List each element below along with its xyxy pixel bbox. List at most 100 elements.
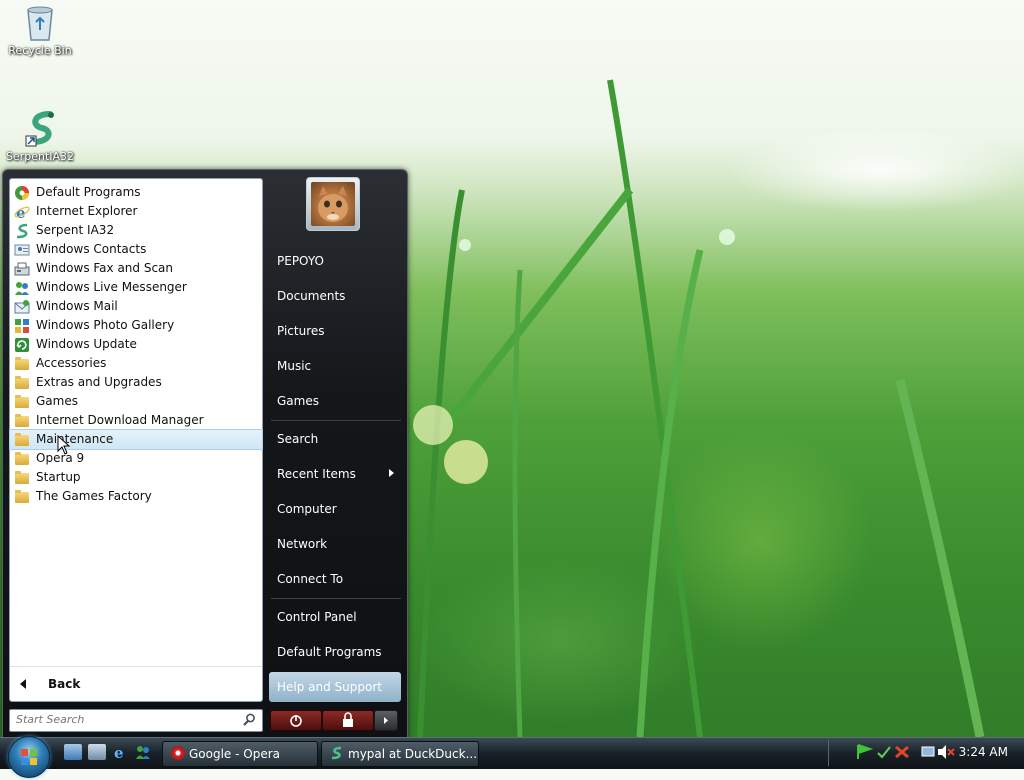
documents-link[interactable]: Documents [277, 289, 345, 303]
contacts-icon [14, 242, 30, 258]
taskbar-button-mypal[interactable]: mypal at DuckDuck... [321, 741, 479, 767]
back-arrow-icon [20, 679, 26, 689]
program-item-serpent[interactable]: Serpent IA32 [10, 221, 262, 240]
program-label: Internet Explorer [36, 204, 138, 218]
back-label: Back [48, 677, 81, 691]
program-item-default-programs[interactable]: Default Programs [10, 183, 262, 202]
opera-icon [171, 746, 185, 760]
desktop-icon-recycle-bin[interactable]: Recycle Bin [0, 2, 80, 57]
computer-link[interactable]: Computer [277, 502, 337, 516]
program-item-messenger[interactable]: Windows Live Messenger [10, 278, 262, 297]
program-label: Windows Contacts [36, 242, 147, 256]
program-item-update[interactable]: Windows Update [10, 335, 262, 354]
lock-icon [343, 712, 353, 727]
messenger-icon[interactable] [134, 744, 152, 760]
programs-pane: Default Programs e Internet Explorer Ser… [9, 178, 263, 702]
taskbar-button-label: Google - Opera [189, 747, 281, 761]
shutdown-options-button[interactable] [374, 710, 398, 731]
menu-separator [271, 420, 401, 421]
desktop-icon-label: Recycle Bin [8, 44, 72, 57]
internet-explorer-icon[interactable]: e [111, 744, 129, 762]
mail-icon [14, 299, 30, 315]
start-orb-button[interactable] [8, 736, 50, 778]
network-link[interactable]: Network [277, 537, 327, 551]
program-label: Accessories [36, 356, 107, 370]
program-label: Internet Download Manager [36, 413, 204, 427]
music-link[interactable]: Music [277, 359, 311, 373]
taskbar-clock[interactable]: 3:24 AM [959, 745, 1008, 759]
cat-avatar-icon [311, 182, 355, 226]
search-link[interactable]: Search [277, 432, 318, 446]
submenu-arrow-icon [389, 469, 394, 477]
folder-icon [14, 470, 30, 486]
program-item-opera[interactable]: Opera 9 [10, 449, 262, 468]
folder-icon [14, 375, 30, 391]
folder-icon [14, 356, 30, 372]
update-icon [14, 337, 30, 353]
program-item-accessories[interactable]: Accessories [10, 354, 262, 373]
program-item-maintenance[interactable]: Maintenance [9, 429, 263, 450]
mouse-cursor-icon [57, 435, 71, 455]
serpent-icon [14, 223, 30, 239]
program-item-idm[interactable]: Internet Download Manager [10, 411, 262, 430]
program-item-games[interactable]: Games [10, 392, 262, 411]
program-item-games-factory[interactable]: The Games Factory [10, 487, 262, 506]
connect-to-link[interactable]: Connect To [277, 572, 343, 586]
lock-button[interactable] [322, 710, 374, 731]
switch-windows-icon[interactable] [88, 744, 106, 760]
help-and-support-link[interactable]: Help and Support [269, 672, 401, 702]
folder-icon [14, 413, 30, 429]
back-button[interactable]: Back [10, 666, 262, 701]
serpent-icon [20, 108, 60, 148]
programs-list: Default Programs e Internet Explorer Ser… [9, 179, 263, 506]
internet-explorer-icon: e [14, 204, 30, 222]
program-label: Startup [36, 470, 81, 484]
help-label: Help and Support [277, 680, 382, 694]
program-label: Windows Mail [36, 299, 118, 313]
folder-icon [14, 489, 30, 505]
program-item-internet-explorer[interactable]: e Internet Explorer [10, 202, 262, 222]
taskbar-button-label: mypal at DuckDuck... [348, 747, 478, 761]
search-icon [243, 713, 256, 729]
program-item-photo-gallery[interactable]: Windows Photo Gallery [10, 316, 262, 335]
recent-items-link[interactable]: Recent Items [277, 467, 356, 481]
desktop-icon-label: SerpentIA32 [5, 150, 75, 163]
menu-separator [271, 598, 401, 599]
program-item-startup[interactable]: Startup [10, 468, 262, 487]
program-item-extras[interactable]: Extras and Upgrades [10, 373, 262, 392]
program-label: Games [36, 394, 78, 408]
power-button[interactable] [270, 710, 322, 731]
program-item-contacts[interactable]: Windows Contacts [10, 240, 262, 259]
folder-icon [14, 394, 30, 410]
desktop-icon-serpent[interactable]: SerpentIA32 [0, 108, 80, 163]
program-label: The Games Factory [36, 489, 152, 503]
recycle-bin-icon [20, 2, 60, 42]
control-panel-link[interactable]: Control Panel [277, 610, 357, 624]
pictures-link[interactable]: Pictures [277, 324, 325, 338]
system-tray-icons [857, 744, 955, 759]
chevron-right-icon [384, 717, 388, 724]
start-search-input[interactable] [10, 710, 226, 729]
program-label: Windows Update [36, 337, 137, 351]
user-name-link[interactable]: PEPOYO [277, 254, 324, 268]
program-label: Extras and Upgrades [36, 375, 162, 389]
default-programs-link[interactable]: Default Programs [277, 645, 382, 659]
svg-text:e: e [114, 744, 124, 760]
program-label: Serpent IA32 [36, 223, 115, 237]
taskbar-button-opera[interactable]: Google - Opera [162, 741, 318, 767]
photo-gallery-icon [14, 318, 30, 334]
folder-icon [14, 432, 30, 448]
program-item-fax-scan[interactable]: Windows Fax and Scan [10, 259, 262, 278]
show-desktop-icon[interactable] [64, 744, 82, 760]
fax-icon [14, 261, 30, 277]
messenger-icon [14, 280, 30, 296]
user-picture[interactable] [306, 177, 360, 231]
program-label: Windows Photo Gallery [36, 318, 175, 332]
program-label: Default Programs [36, 185, 141, 199]
tray-separator [828, 740, 829, 766]
mypal-icon [330, 746, 344, 760]
program-item-mail[interactable]: Windows Mail [10, 297, 262, 316]
program-label: Windows Live Messenger [36, 280, 187, 294]
games-link[interactable]: Games [277, 394, 319, 408]
start-search-box[interactable] [9, 709, 263, 732]
